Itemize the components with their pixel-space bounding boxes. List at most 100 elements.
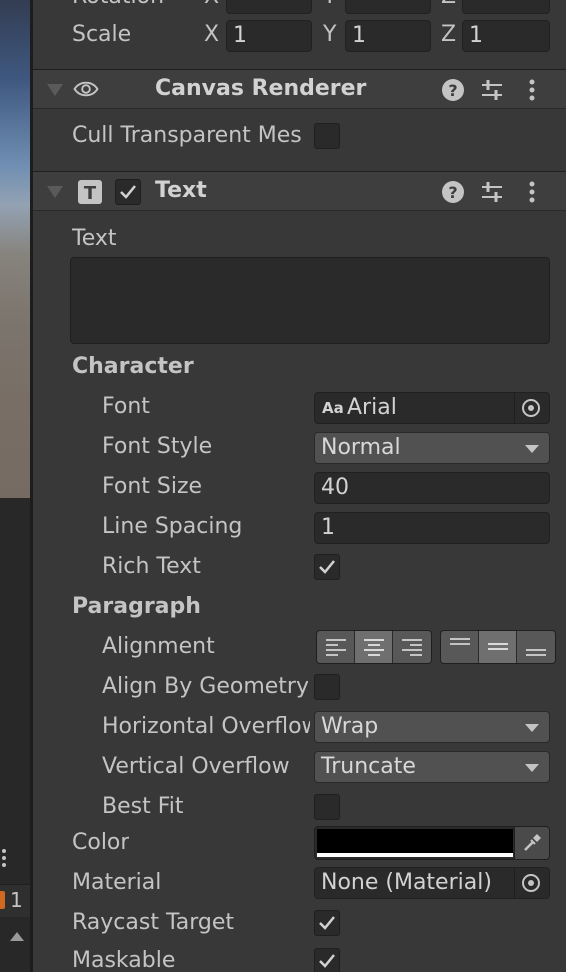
align-middle-icon [488,643,508,650]
canvas-renderer-title: Canvas Renderer [155,76,367,101]
align-left-button[interactable] [317,631,355,663]
character-section-row: Character [33,348,566,388]
rotation-label: Rotation [72,0,164,9]
character-header: Character [72,354,194,379]
line-spacing-label[interactable]: Line Spacing [102,514,242,539]
rotation-x-field[interactable] [226,0,312,14]
rich-text-label: Rich Text [102,554,201,579]
foldout-arrow-icon[interactable] [47,84,63,96]
preset-sliders-icon[interactable] [479,77,505,103]
color-label: Color [72,830,130,855]
scale-z-label[interactable]: Z [441,22,456,47]
preset-sliders-icon[interactable] [479,179,505,205]
horizontal-overflow-row: Horizontal Overflow Wrap [33,708,566,748]
eyedropper-icon [524,834,541,851]
hierarchy-row[interactable]: 1 [0,884,30,917]
text-enabled-checkbox[interactable] [115,179,141,205]
align-right-button[interactable] [393,631,431,663]
dropdown-arrow-icon [525,724,539,732]
warning-icon [0,891,5,909]
rotation-y-label[interactable]: Y [323,0,336,9]
target-picker-icon [522,874,540,892]
inspector-panel: Rotation X Y Z Scale X 1 Y 1 Z 1 Canvas … [33,0,566,972]
more-vertical-icon[interactable] [519,179,545,205]
maskable-checkbox[interactable] [314,948,340,972]
vertical-overflow-label: Vertical Overflow [102,754,290,779]
paragraph-section-row: Paragraph [33,588,566,628]
more-vertical-icon[interactable] [519,77,545,103]
text-component-header[interactable]: T Text ? [33,171,566,211]
eyedropper-button[interactable] [514,827,549,859]
font-size-field[interactable]: 40 [314,472,550,504]
font-style-value: Normal [321,435,401,460]
scale-y-label[interactable]: Y [323,22,336,47]
scale-x-label[interactable]: X [204,22,219,47]
scene-view[interactable] [0,0,30,498]
font-label: Font [102,394,150,419]
text-input-area[interactable] [70,257,550,344]
raycast-target-checkbox[interactable] [314,910,340,936]
scale-row: Scale X 1 Y 1 Z 1 [33,16,566,56]
line-spacing-field[interactable]: 1 [314,512,550,544]
material-label: Material [72,870,162,895]
align-left-icon [326,639,346,656]
dropdown-arrow-icon [525,445,539,453]
horizontal-overflow-dropdown[interactable]: Wrap [314,711,550,743]
font-asset-icon: Aa [322,399,344,417]
rich-text-checkbox[interactable] [314,554,340,580]
align-by-geometry-checkbox[interactable] [314,674,340,700]
scroll-up-arrow-icon[interactable] [10,932,24,941]
vertical-overflow-row: Vertical Overflow Truncate [33,748,566,788]
align-center-button[interactable] [355,631,393,663]
align-bottom-button[interactable] [517,631,555,663]
cull-transparent-checkbox[interactable] [314,123,340,149]
scale-z-field[interactable]: 1 [462,20,550,52]
align-top-button[interactable] [441,631,479,663]
rotation-x-label[interactable]: X [204,0,219,9]
font-object-field[interactable]: Aa Arial [314,392,550,424]
best-fit-row: Best Fit [33,788,566,828]
dropdown-arrow-icon [525,764,539,772]
rotation-z-field[interactable] [462,0,550,14]
font-style-label: Font Style [102,434,213,459]
scale-y-field[interactable]: 1 [345,20,431,52]
raycast-target-row: Raycast Target [33,904,566,944]
color-swatch[interactable] [317,829,513,853]
vertical-overflow-dropdown[interactable]: Truncate [314,751,550,783]
font-size-label[interactable]: Font Size [102,474,202,499]
text-component-title: Text [155,178,207,203]
checkmark-icon [319,916,335,930]
horizontal-overflow-value: Wrap [321,714,379,739]
align-middle-button[interactable] [479,631,517,663]
color-field[interactable] [314,826,550,860]
align-by-geometry-label: Align By Geometry [102,674,308,699]
color-alpha-bar [317,853,513,857]
paragraph-header: Paragraph [72,594,201,619]
best-fit-checkbox[interactable] [314,794,340,820]
warning-count: 1 [10,888,23,912]
svg-text:?: ? [448,81,457,100]
align-by-geometry-row: Align By Geometry [33,668,566,708]
help-icon[interactable]: ? [440,179,466,205]
foldout-arrow-icon[interactable] [47,186,63,198]
scale-label: Scale [72,22,132,47]
text-label: Text [72,226,117,251]
help-icon[interactable]: ? [440,77,466,103]
object-picker-button[interactable] [514,868,549,898]
font-style-row: Font Style Normal [33,428,566,468]
alignment-label: Alignment [102,634,215,659]
object-picker-button[interactable] [514,393,549,423]
font-style-dropdown[interactable]: Normal [314,432,550,464]
material-object-field[interactable]: None (Material) [314,867,550,899]
best-fit-label: Best Fit [102,794,184,819]
rotation-z-label[interactable]: Z [441,0,456,9]
line-spacing-row: Line Spacing 1 [33,508,566,548]
font-size-row: Font Size 40 [33,468,566,508]
eye-icon [73,81,99,97]
scale-x-field[interactable]: 1 [226,20,312,52]
rotation-y-field[interactable] [345,0,431,14]
horizontal-overflow-label: Horizontal Overflow [102,714,310,739]
hierarchy-menu-icon[interactable] [0,846,10,872]
canvas-renderer-header[interactable]: Canvas Renderer ? [33,69,566,109]
left-panel-fragment: 1 [0,0,33,972]
